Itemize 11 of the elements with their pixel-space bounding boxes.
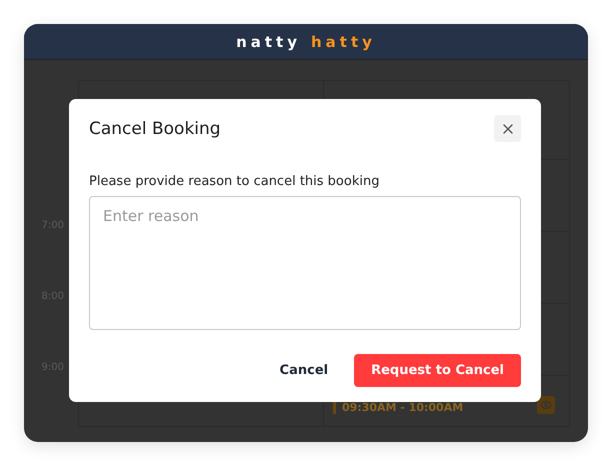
brand-logo-text: natty xyxy=(236,32,301,50)
brand-logo-text: hatty xyxy=(311,32,376,50)
request-cancel-button[interactable]: Request to Cancel xyxy=(354,354,521,387)
eye-icon xyxy=(540,399,552,411)
cancel-button[interactable]: Cancel xyxy=(272,354,336,387)
reason-input-field[interactable]: Enter reason xyxy=(89,196,521,330)
view-button[interactable] xyxy=(537,396,555,414)
booking-time: 09:30AM - 10:00AM xyxy=(342,401,464,414)
reason-label: Please provide reason to cancel this booking xyxy=(89,174,380,189)
dialog-title: Cancel Booking xyxy=(89,118,221,138)
close-button[interactable] xyxy=(494,115,521,142)
